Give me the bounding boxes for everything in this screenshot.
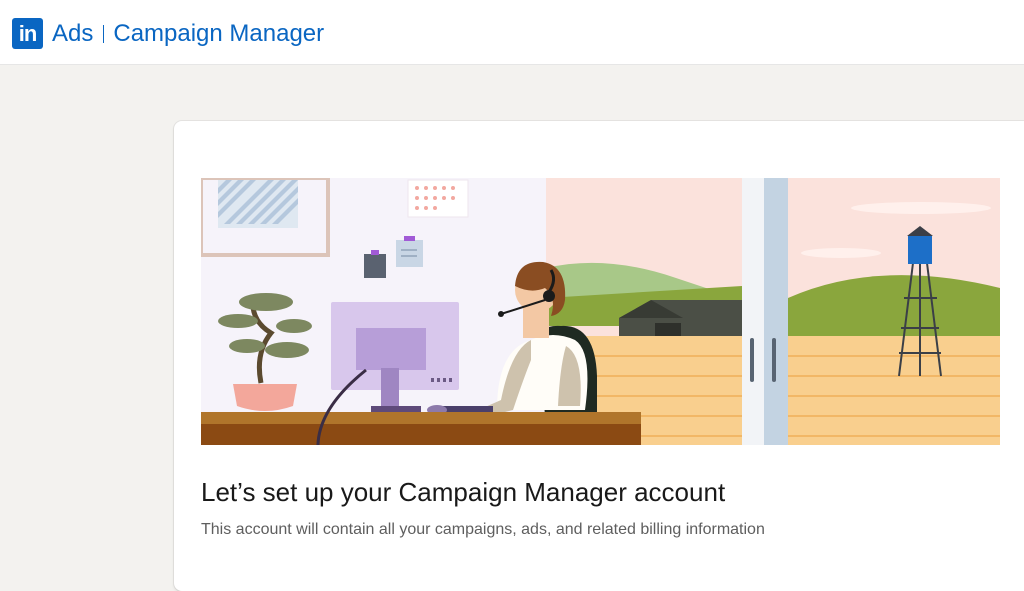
brand-campaign-manager-label: Campaign Manager xyxy=(113,19,325,47)
wall-calendar xyxy=(407,179,469,218)
wall-art-pattern xyxy=(218,180,298,228)
desk-top xyxy=(201,412,641,424)
brand-ads-label: Ads xyxy=(52,19,94,47)
page-subtitle: This account will contain all your campa… xyxy=(201,521,765,538)
hero-illustration xyxy=(201,178,1000,445)
logo-text: in xyxy=(18,20,38,46)
page-title: Let’s set up your Campaign Manager accou… xyxy=(201,477,726,507)
desk-front xyxy=(201,424,641,445)
top-navigation-bar: in Ads Campaign Manager xyxy=(0,0,1024,65)
product-brand: Ads Campaign Manager xyxy=(52,18,324,49)
brand-divider xyxy=(103,24,105,43)
linkedin-logo-icon[interactable]: in xyxy=(12,18,43,49)
setup-card: Let’s set up your Campaign Manager accou… xyxy=(174,121,1024,591)
window-frame xyxy=(742,178,764,445)
